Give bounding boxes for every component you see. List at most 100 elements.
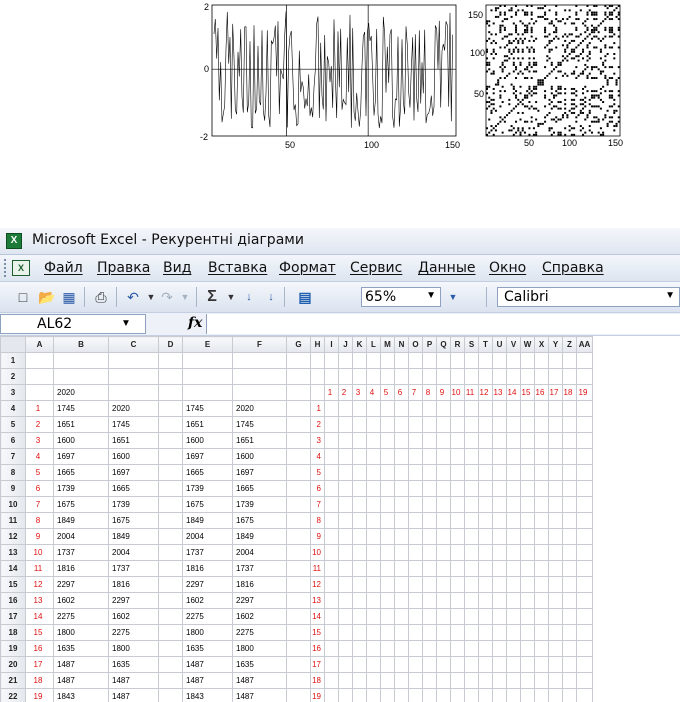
- cell[interactable]: [562, 592, 577, 609]
- cell[interactable]: [492, 400, 507, 417]
- cell[interactable]: [324, 368, 339, 385]
- cell[interactable]: [394, 368, 409, 385]
- cell[interactable]: [422, 592, 437, 609]
- cell[interactable]: 1843: [53, 688, 109, 702]
- row-header[interactable]: 15: [0, 576, 26, 593]
- column-header[interactable]: H: [310, 336, 325, 353]
- cell[interactable]: [492, 624, 507, 641]
- cell[interactable]: 2275: [182, 608, 233, 625]
- cell[interactable]: [534, 528, 549, 545]
- cell[interactable]: [338, 432, 353, 449]
- column-header[interactable]: Q: [436, 336, 451, 353]
- cell[interactable]: [158, 640, 183, 657]
- cell[interactable]: 7: [408, 384, 423, 401]
- cell[interactable]: [352, 480, 367, 497]
- cell[interactable]: [286, 656, 311, 673]
- cell[interactable]: [352, 688, 367, 702]
- row-header[interactable]: 20: [0, 656, 26, 673]
- column-header[interactable]: T: [478, 336, 493, 353]
- cell[interactable]: [436, 608, 451, 625]
- cell[interactable]: [366, 448, 381, 465]
- cell[interactable]: 11: [25, 560, 54, 577]
- cell[interactable]: 1651: [108, 432, 159, 449]
- cell[interactable]: [286, 608, 311, 625]
- cell[interactable]: 1816: [53, 560, 109, 577]
- cell[interactable]: [286, 400, 311, 417]
- cell[interactable]: [548, 352, 563, 369]
- menu-view[interactable]: Вид: [163, 260, 191, 276]
- cell[interactable]: [436, 480, 451, 497]
- cell[interactable]: [286, 384, 311, 401]
- cell[interactable]: 12: [25, 576, 54, 593]
- cell[interactable]: 5: [380, 384, 395, 401]
- cell[interactable]: [506, 528, 521, 545]
- cell[interactable]: [408, 480, 423, 497]
- cell[interactable]: 1487: [53, 672, 109, 689]
- cell[interactable]: [450, 448, 465, 465]
- cell[interactable]: [450, 352, 465, 369]
- cell[interactable]: 2297: [232, 592, 287, 609]
- cell[interactable]: 2: [25, 416, 54, 433]
- cell[interactable]: [338, 368, 353, 385]
- cell[interactable]: [562, 416, 577, 433]
- cell[interactable]: [380, 368, 395, 385]
- cell[interactable]: 1675: [182, 496, 233, 513]
- cell[interactable]: [352, 400, 367, 417]
- cell[interactable]: 11: [310, 560, 325, 577]
- cell[interactable]: 1816: [108, 576, 159, 593]
- cell[interactable]: [450, 624, 465, 641]
- cell[interactable]: [324, 400, 339, 417]
- cell[interactable]: [436, 560, 451, 577]
- open-folder-icon[interactable]: 📂: [38, 288, 56, 306]
- cell[interactable]: 12: [478, 384, 493, 401]
- cell[interactable]: [352, 576, 367, 593]
- cell[interactable]: [380, 688, 395, 702]
- cell[interactable]: [520, 528, 535, 545]
- cell[interactable]: [548, 432, 563, 449]
- cell[interactable]: [478, 624, 493, 641]
- cell[interactable]: [520, 624, 535, 641]
- cell[interactable]: [520, 400, 535, 417]
- cell[interactable]: [506, 512, 521, 529]
- cell[interactable]: [324, 464, 339, 481]
- cell[interactable]: 1600: [182, 432, 233, 449]
- cell[interactable]: [366, 608, 381, 625]
- cell[interactable]: [25, 368, 54, 385]
- cell[interactable]: [352, 352, 367, 369]
- cell[interactable]: [380, 432, 395, 449]
- row-header[interactable]: 3: [0, 384, 26, 401]
- cell[interactable]: [380, 448, 395, 465]
- cell[interactable]: [408, 512, 423, 529]
- cell[interactable]: [422, 464, 437, 481]
- cell[interactable]: [520, 480, 535, 497]
- cell[interactable]: 8: [310, 512, 325, 529]
- cell[interactable]: [338, 592, 353, 609]
- cell[interactable]: 3: [352, 384, 367, 401]
- cell[interactable]: 1487: [108, 688, 159, 702]
- cell[interactable]: 2020: [108, 400, 159, 417]
- cell[interactable]: [324, 640, 339, 657]
- cell[interactable]: [450, 608, 465, 625]
- cell[interactable]: [492, 560, 507, 577]
- cell[interactable]: [492, 352, 507, 369]
- cell[interactable]: [534, 352, 549, 369]
- cell[interactable]: [492, 640, 507, 657]
- cell[interactable]: [478, 416, 493, 433]
- cell[interactable]: [366, 432, 381, 449]
- redo-icon[interactable]: ↷: [158, 288, 176, 306]
- cell[interactable]: [352, 624, 367, 641]
- cell[interactable]: [422, 416, 437, 433]
- cell[interactable]: [548, 560, 563, 577]
- cell[interactable]: [338, 352, 353, 369]
- cell[interactable]: 3: [310, 432, 325, 449]
- cell[interactable]: 1: [25, 400, 54, 417]
- cell[interactable]: 1665: [108, 480, 159, 497]
- cell[interactable]: 1849: [53, 512, 109, 529]
- cell[interactable]: [436, 352, 451, 369]
- cell[interactable]: 1737: [53, 544, 109, 561]
- column-header[interactable]: Y: [548, 336, 563, 353]
- cell[interactable]: [158, 384, 183, 401]
- cell[interactable]: 1697: [108, 464, 159, 481]
- cell[interactable]: [464, 432, 479, 449]
- cell[interactable]: [576, 544, 593, 561]
